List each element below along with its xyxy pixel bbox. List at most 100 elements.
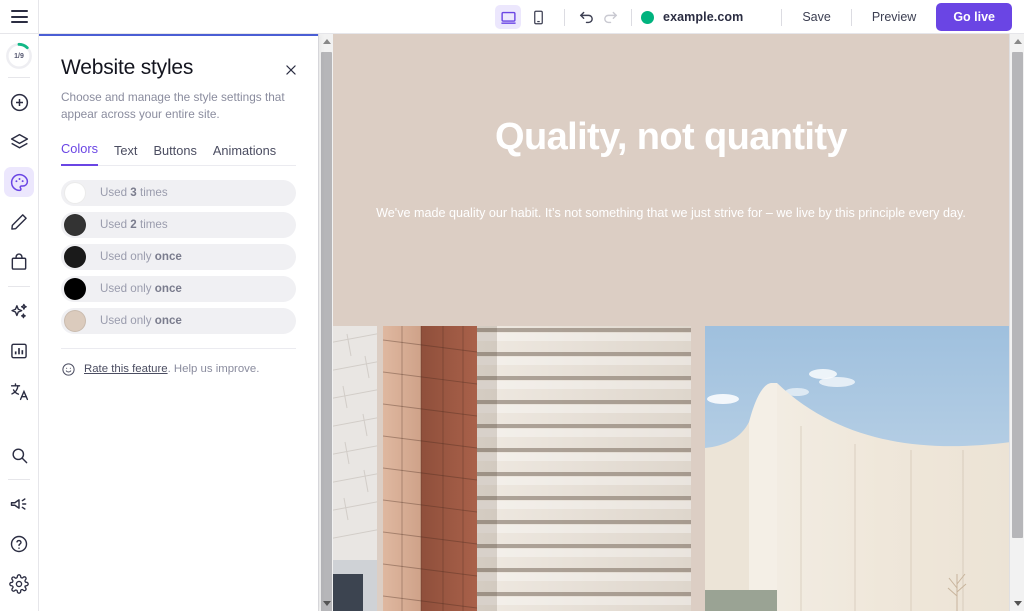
sidebar-item-search[interactable]: [4, 440, 34, 470]
tab-buttons[interactable]: Buttons: [153, 143, 196, 166]
scroll-down-button[interactable]: [1010, 596, 1024, 611]
main-menu-button[interactable]: [0, 0, 39, 34]
save-button[interactable]: Save: [791, 0, 842, 34]
color-swatch[interactable]: [64, 310, 86, 332]
editor-window: example.com Save Preview Go live 1/9: [0, 0, 1024, 611]
color-swatch[interactable]: [64, 182, 86, 204]
rail-divider-1: [8, 77, 30, 78]
chevron-up-icon: [1014, 39, 1022, 44]
toolbar-divider-1: [564, 9, 565, 26]
mobile-view-button[interactable]: [525, 5, 551, 29]
undo-icon: [578, 9, 595, 26]
tab-colors[interactable]: Colors: [61, 141, 98, 166]
scrollbar-thumb[interactable]: [1012, 52, 1023, 538]
color-swatch-row[interactable]: Used only once: [61, 308, 296, 334]
chevron-down-icon: [1014, 601, 1022, 606]
scroll-up-button[interactable]: [1010, 34, 1024, 49]
color-swatch-row[interactable]: Used 2 times: [61, 212, 296, 238]
rate-this-feature-link[interactable]: Rate this feature: [84, 363, 168, 375]
bar-chart-icon: [9, 341, 29, 361]
color-swatch-row[interactable]: Used only once: [61, 244, 296, 270]
plus-circle-icon: [9, 92, 30, 113]
sidebar-item-analytics[interactable]: [4, 336, 34, 366]
top-toolbar-right: example.com Save Preview Go live: [495, 0, 1024, 34]
panel-close-button[interactable]: [281, 60, 301, 80]
swatch-usage-label: Used 3 times: [100, 186, 168, 199]
top-toolbar: example.com Save Preview Go live: [0, 0, 1024, 34]
shopping-bag-icon: [9, 252, 29, 272]
sidebar-item-whats-new[interactable]: [4, 489, 34, 519]
chevron-down-icon: [323, 601, 331, 606]
hero-paragraph[interactable]: We've made quality our habit. It’s not s…: [333, 202, 1009, 226]
color-swatch-list: Used 3 times Used 2 times Used only once…: [61, 180, 296, 334]
sidebar-item-translate[interactable]: [4, 376, 34, 406]
palette-icon: [9, 172, 30, 193]
color-swatch[interactable]: [64, 246, 86, 268]
sparkles-icon: [9, 301, 30, 322]
rail-divider-2: [8, 286, 30, 287]
scrollbar-thumb[interactable]: [321, 52, 332, 611]
swatch-usage-label: Used only once: [100, 314, 182, 327]
color-swatch[interactable]: [64, 214, 86, 236]
redo-button[interactable]: [598, 5, 622, 29]
chevron-up-icon: [323, 39, 331, 44]
pencil-icon: [9, 212, 29, 232]
search-icon: [10, 446, 29, 465]
sidebar-item-ai-assistant[interactable]: [4, 296, 34, 326]
toolbar-divider-2: [631, 9, 632, 26]
site-preview: Quality, not quantity We've made quality…: [332, 34, 1010, 611]
question-circle-icon: [9, 534, 29, 554]
redo-icon: [602, 9, 619, 26]
sidebar-item-setup-progress[interactable]: 1/9: [4, 41, 34, 71]
desktop-view-icon: [500, 9, 517, 26]
setup-progress-label: 1/9: [4, 41, 34, 71]
photo-curved-white-wall-sky[interactable]: [705, 326, 1010, 611]
tab-animations[interactable]: Animations: [213, 143, 276, 166]
sidebar-item-add-element[interactable]: [4, 87, 34, 117]
toolbar-divider-3: [781, 9, 782, 26]
sidebar-item-pages-and-layers[interactable]: [4, 127, 34, 157]
scroll-up-button[interactable]: [319, 34, 334, 49]
smiley-face-icon: [61, 362, 76, 377]
layers-icon: [9, 132, 30, 153]
photo-white-brick-wall[interactable]: [333, 326, 377, 611]
color-swatch-row[interactable]: Used only once: [61, 276, 296, 302]
site-status-indicator: [641, 11, 654, 24]
photo-brick-corner-building[interactable]: [383, 326, 691, 611]
white-brick-wall-image: [333, 326, 377, 611]
canvas-scrollbar[interactable]: [1009, 34, 1024, 611]
hamburger-menu-icon: [11, 10, 28, 23]
tab-text[interactable]: Text: [114, 143, 137, 166]
sidebar-item-store[interactable]: [4, 247, 34, 277]
swatch-usage-label: Used only once: [100, 282, 182, 295]
style-tabs: Colors Text Buttons Animations: [61, 140, 296, 166]
desktop-view-button[interactable]: [495, 5, 521, 29]
sidebar-item-settings[interactable]: [4, 569, 34, 599]
preview-button[interactable]: Preview: [861, 0, 927, 34]
go-live-button[interactable]: Go live: [936, 3, 1012, 32]
mobile-view-icon: [531, 9, 546, 26]
panel-subtitle: Choose and manage the style settings tha…: [61, 89, 296, 124]
color-swatch-row[interactable]: Used 3 times: [61, 180, 296, 206]
rate-feature-text: Rate this feature. Help us improve.: [84, 363, 259, 375]
close-icon: [284, 63, 298, 77]
sidebar-item-design-edit[interactable]: [4, 207, 34, 237]
sidebar-item-help[interactable]: [4, 529, 34, 559]
scroll-down-button[interactable]: [319, 596, 334, 611]
hero-heading[interactable]: Quality, not quantity: [333, 116, 1009, 159]
color-swatch[interactable]: [64, 278, 86, 300]
panel-title: Website styles: [61, 56, 296, 80]
left-sidebar-rail: 1/9: [0, 34, 39, 611]
swatch-usage-label: Used 2 times: [100, 218, 168, 231]
hero-section: Quality, not quantity We've made quality…: [333, 34, 1009, 296]
panel-scrollbar[interactable]: [318, 34, 333, 611]
panel-footer: Rate this feature. Help us improve.: [61, 348, 296, 377]
megaphone-icon: [9, 494, 29, 514]
panel-content: Website styles Choose and manage the sty…: [39, 36, 318, 377]
website-styles-panel: Website styles Choose and manage the sty…: [39, 34, 318, 611]
site-domain-label[interactable]: example.com: [663, 10, 743, 24]
gear-icon: [9, 574, 29, 594]
undo-button[interactable]: [574, 5, 598, 29]
translate-icon: [9, 381, 30, 402]
sidebar-item-website-styles[interactable]: [4, 167, 34, 197]
